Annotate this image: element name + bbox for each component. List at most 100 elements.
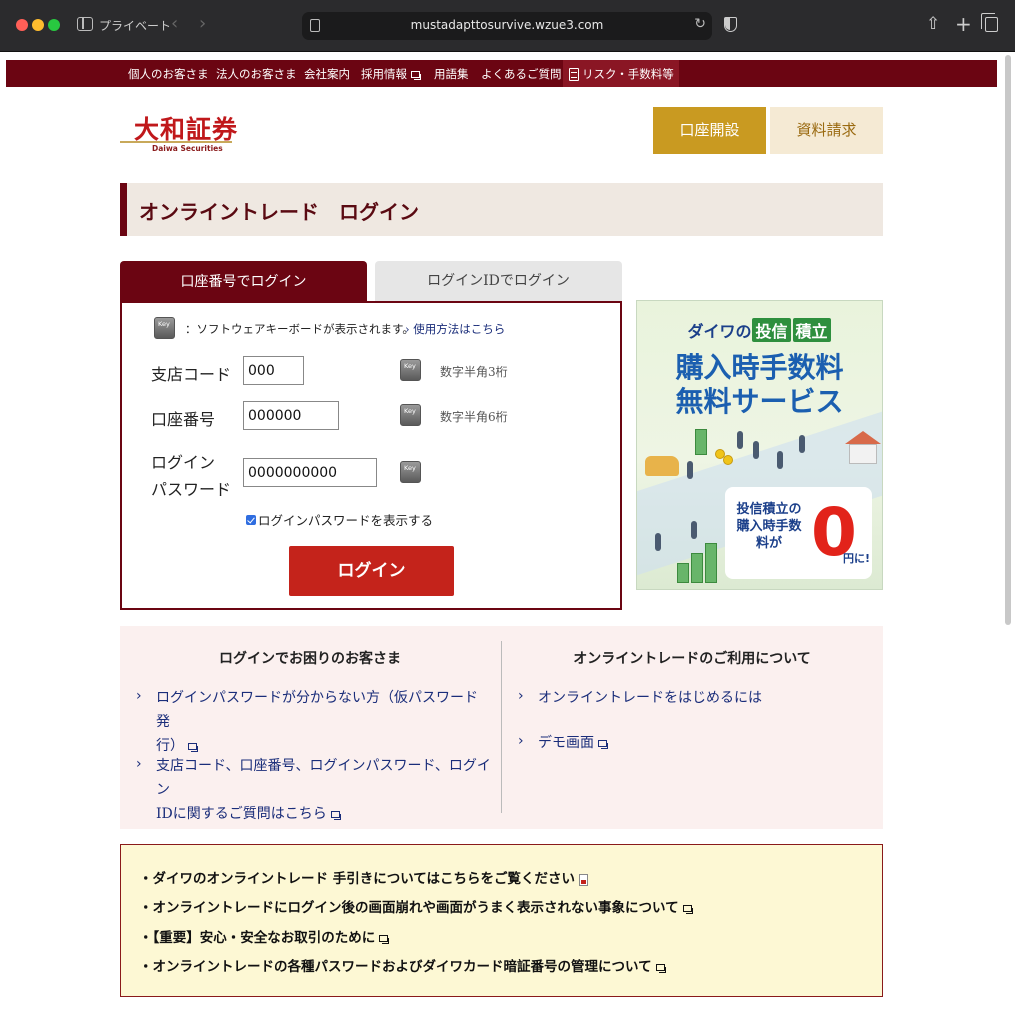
nav-individual[interactable]: 個人のお客さま (128, 66, 209, 82)
nav-glossary[interactable]: 用語集 (434, 66, 469, 82)
help-section: ログインでお困りのお客さま › ログインパスワードが分からない方（仮パスワード発… (120, 626, 883, 829)
nav-recruit[interactable]: 採用情報 (361, 66, 421, 82)
chevron-right-icon: › (518, 688, 524, 704)
login-form: ：ソフトウェアキーボードが表示されます。 › 使用方法はこちら 支店コード 数字… (120, 301, 622, 610)
address-bar[interactable]: mustadapttosurvive.wzue3.com ↻ (302, 12, 712, 40)
branch-code-label: 支店コード (151, 365, 232, 384)
account-number-label: 口座番号 (151, 410, 216, 429)
nav-risk-label: リスク・手数料等 (582, 67, 674, 81)
account-number-input[interactable] (243, 401, 339, 430)
page-scrollbar[interactable] (1005, 55, 1011, 625)
maximize-window-button[interactable] (48, 19, 60, 31)
password-label-line2: パスワード (151, 480, 232, 499)
password-label-line1: ログイン (151, 453, 216, 472)
getting-started-link[interactable]: オンライントレードをはじめるには (538, 686, 762, 710)
banner-coin-icon-2 (723, 455, 733, 465)
notice-display-issue-label: ・オンライントレードにログイン後の画面崩れや画面がうまく表示されない事象について (139, 900, 679, 916)
password-keyboard-icon[interactable] (400, 461, 421, 483)
external-link-icon (411, 71, 421, 80)
external-link-icon (188, 742, 198, 752)
banner-stack-icon-2 (691, 553, 703, 583)
chevron-right-icon: › (518, 733, 524, 749)
keyboard-note: ：ソフトウェアキーボードが表示されます。 (185, 322, 414, 336)
minimize-window-button[interactable] (32, 19, 44, 31)
open-account-button[interactable]: 口座開設 (653, 107, 766, 154)
help-right-title: オンライントレードのご利用について (573, 651, 811, 667)
login-faq-label-1: 支店コード、口座番号、ログインパスワード、ログイン (156, 758, 491, 798)
new-tab-icon[interactable]: + (955, 12, 972, 36)
banner-tagline: ダイワの 投信 積立 (637, 318, 882, 342)
banner-chip-fund: 投信 (752, 318, 791, 342)
banner-money-icon (695, 429, 707, 455)
forgot-password-label-2: 行） (156, 738, 184, 754)
tab-account-number-login[interactable]: 口座番号でログイン (120, 261, 367, 303)
banner-person-icon-2 (753, 441, 759, 459)
login-button[interactable]: ログイン (289, 546, 454, 596)
nav-faq[interactable]: よくあるご質問 (481, 66, 562, 82)
tab-login-id-login[interactable]: ログインIDでログイン (375, 261, 622, 301)
notice-password-mgmt-link[interactable]: ・オンライントレードの各種パスワードおよびダイワカード暗証番号の管理について (139, 955, 666, 975)
external-link-icon (330, 810, 341, 820)
logo-subtitle: Daiwa Securities (152, 144, 223, 153)
notice-password-mgmt-label: ・オンライントレードの各種パスワードおよびダイワカード暗証番号の管理について (139, 959, 652, 975)
software-keyboard-icon (154, 317, 175, 339)
account-keyboard-icon[interactable] (400, 404, 421, 426)
nav-corporate[interactable]: 法人のお客さま (216, 66, 297, 82)
account-number-hint: 数字半角6桁 (440, 410, 508, 424)
forward-arrow-icon[interactable]: › (199, 13, 206, 34)
banner-person-icon (737, 431, 743, 449)
notice-guide-link[interactable]: ・ダイワのオンライントレード 手引きについてはこちらをご覧ください (139, 867, 589, 887)
banner-chip-accumulate: 積立 (792, 318, 831, 342)
forgot-password-label-1: ログインパスワードが分からない方（仮パスワード発 (156, 690, 478, 730)
banner-house-roof-icon (845, 431, 881, 444)
banner-person-icon-3 (777, 451, 783, 469)
banner-car-icon (645, 456, 679, 476)
external-link-icon (655, 964, 666, 973)
sidebar-toggle-icon[interactable] (77, 17, 93, 31)
login-faq-link[interactable]: 支店コード、口座番号、ログインパスワード、ログイン IDに関するご質問はこちら (156, 754, 496, 826)
private-mode-label: プライベート (99, 19, 172, 33)
back-arrow-icon[interactable]: ‹ (171, 13, 178, 34)
branch-keyboard-icon[interactable] (400, 359, 421, 381)
notice-security-label: ・【重要】安心・安全なお取引のために (139, 930, 376, 946)
browser-toolbar: プライベート ‹ › mustadapttosurvive.wzue3.com … (0, 0, 1015, 52)
tab-overview-icon[interactable] (981, 13, 998, 32)
banner-yen: 円に! (843, 552, 871, 565)
branch-code-hint: 数字半角3桁 (440, 365, 508, 379)
global-nav: 個人のお客さま 法人のお客さま 会社案内 採用情報 用語集 よくあるご質問 リス… (6, 60, 997, 87)
banner-headline-2: 無料サービス (675, 385, 844, 418)
external-link-icon (598, 739, 608, 749)
chevron-right-icon: › (136, 756, 142, 772)
nav-company[interactable]: 会社案内 (304, 66, 350, 82)
chevron-right-icon: › (136, 688, 142, 704)
banner-stack-icon (677, 563, 689, 583)
notice-display-issue-link[interactable]: ・オンライントレードにログイン後の画面崩れや画面がうまく表示されない事象について (139, 896, 693, 916)
forgot-password-link[interactable]: ログインパスワードが分からない方（仮パスワード発行） (156, 686, 486, 758)
notice-guide-label: ・ダイワのオンライントレード 手引きについてはこちらをご覧ください (139, 871, 576, 887)
demo-screen-label: デモ画面 (538, 735, 594, 751)
show-password-checkbox[interactable] (246, 515, 256, 525)
notice-security-link[interactable]: ・【重要】安心・安全なお取引のために (139, 926, 390, 946)
login-faq-label-2: IDに関するご質問はこちら (156, 806, 327, 822)
usage-link[interactable]: › 使用方法はこちら (405, 321, 505, 337)
banner-prefix: ダイワの (687, 322, 752, 341)
document-icon (569, 68, 579, 81)
banner-person-icon-4 (799, 435, 805, 453)
url-text: mustadapttosurvive.wzue3.com (410, 18, 604, 32)
external-link-icon (682, 905, 693, 914)
show-password-label[interactable]: ログインパスワードを表示する (258, 510, 433, 529)
promo-banner[interactable]: ダイワの 投信 積立 購入時手数料 無料サービス 投信積立の購入時手数料が 0 円に… (636, 300, 883, 590)
privacy-shield-icon[interactable] (724, 17, 737, 32)
close-window-button[interactable] (16, 19, 28, 31)
password-input[interactable] (243, 458, 377, 487)
pdf-icon (579, 873, 589, 886)
nav-recruit-label: 採用情報 (361, 67, 407, 81)
reload-icon[interactable]: ↻ (694, 16, 706, 32)
share-icon[interactable]: ⇧ (926, 14, 940, 34)
banner-person-icon-7 (691, 521, 697, 539)
branch-code-input[interactable] (243, 356, 304, 385)
banner-house-icon (849, 444, 877, 464)
nav-risk-fees[interactable]: リスク・手数料等 (569, 66, 674, 82)
demo-screen-link[interactable]: デモ画面 (538, 731, 608, 755)
request-documents-button[interactable]: 資料請求 (770, 107, 883, 154)
